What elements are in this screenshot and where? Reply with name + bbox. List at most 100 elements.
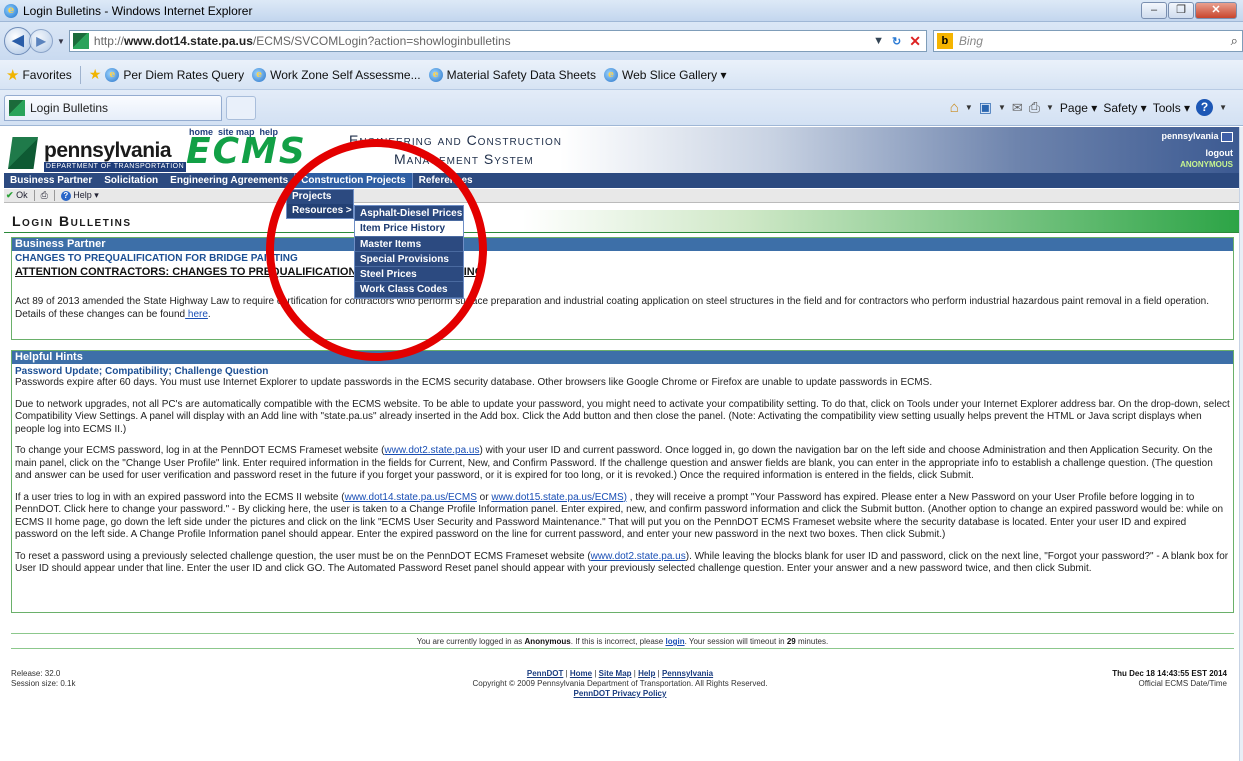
search-input[interactable]: b Bing ⌕ xyxy=(932,30,1243,52)
favorite-link[interactable]: e Per Diem Rates Query xyxy=(105,67,244,82)
menu-engineering-agreements[interactable]: Engineering Agreements xyxy=(164,173,294,188)
check-icon: ✔ xyxy=(6,190,14,200)
session-info: You are currently logged in as Anonymous… xyxy=(416,637,829,646)
safety-menu[interactable]: Safety ▾ xyxy=(1103,101,1146,115)
scrollbar[interactable] xyxy=(1239,127,1243,761)
dot2-link[interactable]: www.dot2.state.pa.us xyxy=(591,551,686,562)
hint-paragraph: If a user tries to log in with an expire… xyxy=(15,491,1224,541)
menu-item-item-price-history[interactable]: Item Price History xyxy=(355,221,463,237)
help-dropdown-icon[interactable]: ▼ xyxy=(1219,103,1227,112)
refresh-icon[interactable]: ↻ xyxy=(892,35,901,48)
tab-login-bulletins[interactable]: Login Bulletins xyxy=(4,94,222,121)
hints-subject: Password Update; Compatibility; Challeng… xyxy=(15,366,269,377)
footer-link-home[interactable]: Home xyxy=(570,669,592,678)
footer-link-help[interactable]: Help xyxy=(638,669,655,678)
hints-panel: Helpful Hints Password Update; Compatibi… xyxy=(11,350,1234,613)
release-info: Release: 32.0 Session size: 0.1k xyxy=(11,669,76,688)
dot15-link[interactable]: www.dot15.state.pa.us/ECMS) xyxy=(491,492,627,503)
menu-item-work-class-codes[interactable]: Work Class Codes xyxy=(355,282,463,298)
logout-link[interactable]: logout xyxy=(1161,147,1234,159)
bulletin-attention: ATTENTION CONTRACTORS: CHANGES TO PREQUA… xyxy=(15,266,484,278)
pennsylvania-brand: pennsylvania xyxy=(44,139,172,162)
window-titlebar: e Login Bulletins - Windows Internet Exp… xyxy=(0,0,1243,22)
address-bar[interactable]: http://www.dot14.state.pa.us/ECMS/SVCOML… xyxy=(68,30,927,52)
print-icon[interactable]: ⎙ xyxy=(41,190,48,201)
dot14-link[interactable]: www.dot14.state.pa.us/ECMS xyxy=(345,492,477,503)
hints-body: Passwords expire after 60 days. You must… xyxy=(12,377,1233,576)
stop-icon[interactable]: ✕ xyxy=(909,33,921,50)
home-dropdown-icon[interactable]: ▼ xyxy=(965,103,973,112)
home-icon[interactable]: ⌂ xyxy=(950,99,959,116)
menu-construction-projects[interactable]: Construction Projects xyxy=(294,173,413,188)
privacy-policy-link[interactable]: PennDOT Privacy Policy xyxy=(574,689,667,698)
footer-link-penndot[interactable]: PennDOT xyxy=(527,669,563,678)
address-tools: ▼ ↻ ✕ xyxy=(873,33,926,50)
window-controls: – ❐ ✕ xyxy=(1141,2,1237,19)
favorite-link[interactable]: e Web Slice Gallery ▾ xyxy=(604,67,727,82)
dot2-link[interactable]: www.dot2.state.pa.us xyxy=(384,445,479,456)
search-icon[interactable]: ⌕ xyxy=(1231,33,1238,49)
minimize-button[interactable]: – xyxy=(1141,2,1167,19)
ie-page-icon: e xyxy=(252,67,267,82)
menu-item-asphalt-diesel-prices[interactable]: Asphalt-Diesel Prices xyxy=(355,206,463,222)
hint-paragraph: Passwords expire after 60 days. You must… xyxy=(15,377,933,388)
hint-paragraph: To change your ECMS password, log in at … xyxy=(15,445,1213,481)
dept-banner: DEPARTMENT OF TRANSPORTATION xyxy=(44,162,186,172)
footer-link-site-map[interactable]: Site Map xyxy=(599,669,632,678)
print-icon[interactable]: ⎙ xyxy=(1029,99,1040,116)
menu-item-steel-prices[interactable]: Steel Prices xyxy=(355,267,463,283)
feeds-icon[interactable]: ▣ xyxy=(979,99,992,116)
mail-icon[interactable]: ✉ xyxy=(1012,100,1023,116)
ie-page-icon: e xyxy=(428,67,443,82)
forward-button[interactable]: ▶ xyxy=(29,29,53,53)
menu-item-resources[interactable]: Resources > xyxy=(287,204,353,218)
ie-logo-icon: e xyxy=(4,3,18,18)
history-dropdown-icon[interactable]: ▼ xyxy=(57,37,65,46)
tools-menu[interactable]: Tools ▾ xyxy=(1153,101,1190,115)
construction-projects-dropdown: Projects Resources > xyxy=(286,189,354,219)
page-title: Login Bulletins xyxy=(4,210,1239,233)
main-menu: Business Partner Solicitation Engineerin… xyxy=(4,173,1239,188)
menu-item-projects[interactable]: Projects xyxy=(287,190,353,204)
login-link[interactable]: login xyxy=(665,637,684,646)
maximize-button[interactable]: ❐ xyxy=(1168,2,1194,19)
pa-flag-icon xyxy=(1221,131,1233,142)
header-right: pennsylvania logout ANONYMOUS xyxy=(1161,131,1234,169)
favorites-star-icon[interactable]: ★ xyxy=(6,66,19,84)
help-icon[interactable]: ? xyxy=(1196,99,1214,116)
favorite-link[interactable]: e Work Zone Self Assessme... xyxy=(252,67,421,82)
menu-item-master-items[interactable]: Master Items xyxy=(355,237,463,252)
page-toolbar: ✔ Ok ⎙ ? Help ▾ xyxy=(4,189,1239,203)
footer-link-pennsylvania[interactable]: Pennsylvania xyxy=(662,669,713,678)
hints-header: Helpful Hints xyxy=(12,351,1233,364)
feeds-dropdown-icon[interactable]: ▼ xyxy=(998,103,1006,112)
close-window-button[interactable]: ✕ xyxy=(1195,2,1237,19)
favorite-link[interactable]: e Material Safety Data Sheets xyxy=(428,67,596,82)
new-tab-button[interactable] xyxy=(226,95,256,120)
print-dropdown-icon[interactable]: ▼ xyxy=(1046,103,1054,112)
menu-solicitation[interactable]: Solicitation xyxy=(98,173,164,188)
bulletin-header: Business Partner xyxy=(12,238,1233,251)
here-link[interactable]: here xyxy=(185,309,208,320)
divider xyxy=(53,190,55,201)
footer-divider xyxy=(11,633,1234,634)
copyright: Copyright © 2009 Pennsylvania Department… xyxy=(472,679,768,688)
help-button[interactable]: ? Help ▾ xyxy=(60,190,99,201)
ecms-header: pennsylvania DEPARTMENT OF TRANSPORTATIO… xyxy=(4,127,1239,173)
back-button[interactable]: ◀ xyxy=(4,27,32,55)
keystone-logo-icon xyxy=(8,137,38,169)
menu-business-partner[interactable]: Business Partner xyxy=(4,173,98,188)
menu-item-special-provisions[interactable]: Special Provisions xyxy=(355,252,463,268)
ecms-logo: ECMS xyxy=(186,131,307,172)
current-user: ANONYMOUS xyxy=(1180,160,1233,169)
address-dropdown-icon[interactable]: ▼ xyxy=(873,35,884,47)
ie-page-icon: e xyxy=(604,67,618,82)
divider xyxy=(79,65,81,84)
hint-paragraph: Due to network upgrades, not all PC's ar… xyxy=(15,398,1230,435)
ie-page-icon: e xyxy=(105,67,120,82)
add-favorite-icon[interactable]: ★ xyxy=(89,66,102,83)
ok-button[interactable]: ✔ Ok xyxy=(6,190,28,201)
menu-references[interactable]: References xyxy=(413,173,479,188)
page-menu[interactable]: Page ▾ xyxy=(1060,101,1097,115)
favorites-button[interactable]: Favorites xyxy=(22,68,71,82)
